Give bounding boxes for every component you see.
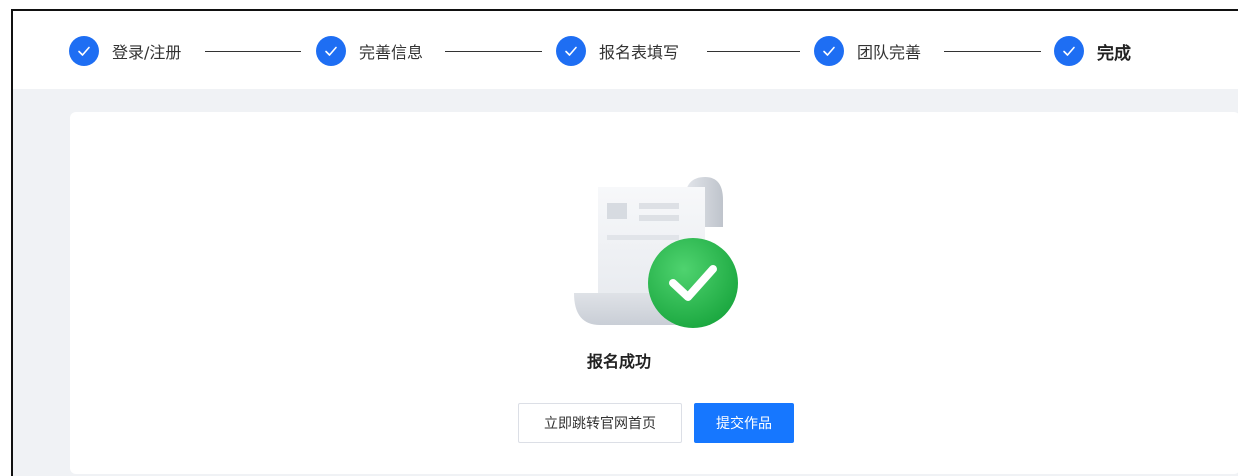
step-login-register: 登录/注册 — [69, 36, 181, 66]
step-registration-form: 报名表填写 — [556, 36, 679, 66]
step-complete-info: 完善信息 — [316, 36, 423, 66]
step-connector — [445, 51, 542, 52]
step-connector — [707, 51, 800, 52]
progress-steps: 登录/注册 完善信息 报名表填写 团队完善 完成 — [13, 11, 1238, 89]
success-check-icon — [648, 238, 738, 328]
step-connector — [944, 51, 1041, 52]
step-team-complete: 团队完善 — [814, 36, 921, 66]
step-check-icon — [814, 36, 844, 66]
step-label: 报名表填写 — [599, 43, 680, 62]
submit-work-button[interactable]: 提交作品 — [694, 403, 794, 443]
step-check-icon — [316, 36, 346, 66]
go-to-homepage-button[interactable]: 立即跳转官网首页 — [518, 403, 682, 443]
step-check-icon — [556, 36, 586, 66]
step-finish: 完成 — [1054, 36, 1131, 66]
success-title: 报名成功 — [586, 352, 651, 371]
step-connector — [205, 51, 301, 52]
step-label: 完成 — [1097, 43, 1131, 64]
success-illustration — [560, 165, 742, 333]
step-label: 登录/注册 — [112, 43, 182, 62]
step-check-icon — [1054, 36, 1084, 66]
step-label: 团队完善 — [857, 43, 922, 62]
step-label: 完善信息 — [359, 43, 424, 62]
step-check-icon — [69, 36, 99, 66]
